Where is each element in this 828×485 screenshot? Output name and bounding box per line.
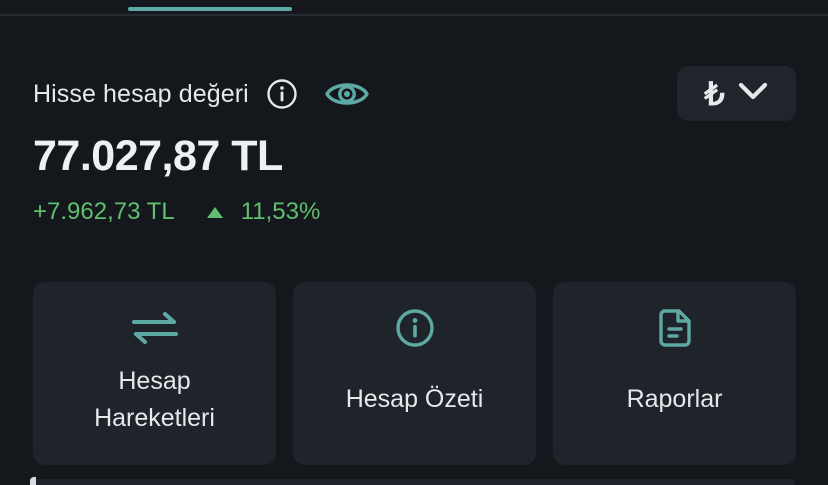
change-percent: 11,53% xyxy=(240,198,321,225)
transfer-arrows-icon xyxy=(130,306,180,350)
visibility-eye-icon[interactable] xyxy=(323,77,371,111)
reports-button[interactable]: Raporlar xyxy=(553,282,796,465)
next-section-card xyxy=(33,479,795,485)
lira-currency-symbol: ₺ xyxy=(704,75,725,112)
card-label: Hesap Özeti xyxy=(326,350,504,465)
chevron-down-icon xyxy=(737,81,769,106)
up-triangle-icon xyxy=(206,206,223,218)
info-icon xyxy=(395,306,435,350)
account-balance: 77.027,87 TL xyxy=(33,132,283,180)
active-tab-indicator xyxy=(128,7,292,11)
card-label: Raporlar xyxy=(607,350,743,465)
account-transactions-button[interactable]: Hesap Hareketleri xyxy=(33,282,276,465)
account-value-header: Hisse hesap değeri xyxy=(33,72,371,116)
card-label: Hesap Hareketleri xyxy=(74,350,235,465)
account-value-screen: Hisse hesap değeri ₺ 77.027,87 TL +7.962… xyxy=(0,0,828,485)
balance-change-row: +7.962,73 TL 11,53% xyxy=(33,198,320,226)
document-icon xyxy=(658,306,692,350)
currency-selector-button[interactable]: ₺ xyxy=(677,66,796,121)
card-label-line1: Hesap Özeti xyxy=(345,385,484,413)
change-amount: +7.962,73 TL xyxy=(33,198,175,225)
account-summary-button[interactable]: Hesap Özeti xyxy=(293,282,536,465)
info-icon[interactable] xyxy=(266,78,299,111)
top-divider xyxy=(0,14,828,16)
card-label-line2: Hareketleri xyxy=(94,403,215,432)
account-actions: Hesap Hareketleri Hesap Özeti Raporlar xyxy=(33,282,796,465)
account-value-title: Hisse hesap değeri xyxy=(33,79,249,108)
card-label-line1: Raporlar xyxy=(626,385,723,413)
next-section-indicator xyxy=(30,477,36,485)
card-label-line1: Hesap xyxy=(118,366,191,395)
